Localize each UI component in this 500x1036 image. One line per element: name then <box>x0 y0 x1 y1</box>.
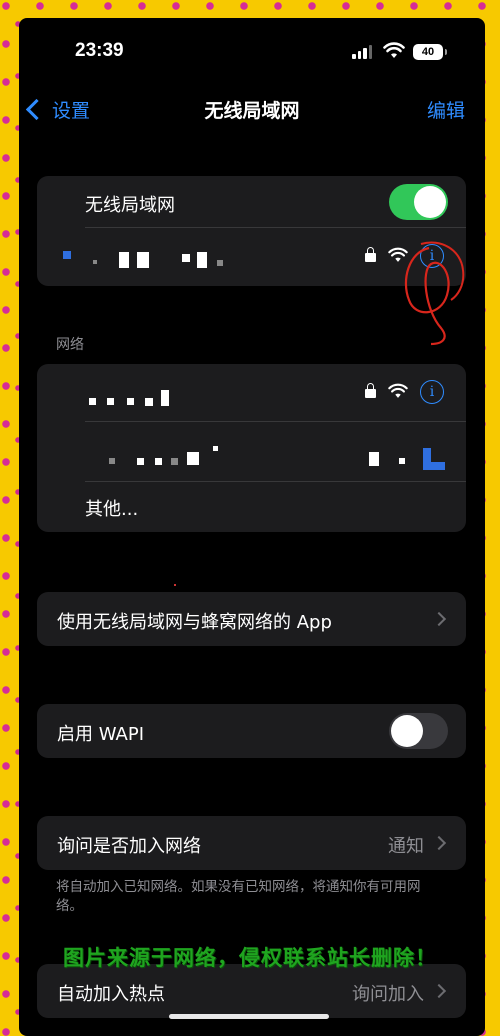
ask-join-note: 将自动加入已知网络。如果没有已知网络，将通知你有可用网络。 <box>56 879 421 914</box>
cellular-signal-icon <box>352 45 372 59</box>
wifi-toggle-row: 无线局域网 <box>37 176 466 228</box>
lock-icon <box>365 383 376 398</box>
ask-join-label: 询问是否加入网络 <box>57 836 201 857</box>
page-title: 无线局域网 <box>204 100 300 122</box>
lock-icon <box>365 247 376 262</box>
wifi-icon <box>388 383 408 398</box>
networks-group: i 其他... <box>37 364 466 532</box>
hotspot-label: 自动加入热点 <box>57 984 165 1005</box>
watermark-text: 图片来源于网络，侵权联系站长删除！ <box>63 946 437 970</box>
edit-button[interactable]: 编辑 <box>427 96 465 123</box>
red-scribble-annotation <box>404 241 465 346</box>
hotspot-value: 询问加入 <box>352 984 424 1005</box>
wapi-label: 启用 WAPI <box>57 724 145 745</box>
chevron-right-icon <box>431 835 447 851</box>
apps-group: 使用无线局域网与蜂窝网络的 App <box>37 592 466 646</box>
wapi-group: 启用 WAPI <box>37 704 466 758</box>
wapi-toggle[interactable] <box>389 713 448 749</box>
networks-section-label: 网络 <box>56 337 84 353</box>
network-row[interactable] <box>37 422 466 482</box>
other-network-row[interactable]: 其他... <box>37 482 466 532</box>
status-time: 23:39 <box>75 40 124 61</box>
chevron-right-icon <box>431 611 447 627</box>
chevron-right-icon <box>431 983 447 999</box>
other-label: 其他... <box>85 499 139 520</box>
wifi-label: 无线局域网 <box>85 195 175 216</box>
navigation-bar: 设置 无线局域网 编辑 <box>19 90 485 130</box>
hotspot-group: 自动加入热点 询问加入 <box>37 964 466 1018</box>
redacted-network-name <box>63 251 71 259</box>
info-icon[interactable]: i <box>420 380 444 404</box>
auto-join-hotspot-row[interactable]: 自动加入热点 询问加入 <box>37 964 466 1018</box>
network-row[interactable]: i <box>37 364 466 422</box>
wifi-toggle[interactable] <box>389 184 448 220</box>
wifi-status-icon <box>383 42 405 58</box>
phone-screen: 23:39 40 设置 无线局域网 编辑 无线局域网 i 网络 i 其他... … <box>19 18 485 1036</box>
ask-join-row[interactable]: 询问是否加入网络 通知 <box>37 816 466 870</box>
wlan-cellular-apps-row[interactable]: 使用无线局域网与蜂窝网络的 App <box>37 592 466 646</box>
wapi-row: 启用 WAPI <box>37 704 466 758</box>
home-indicator <box>169 1014 329 1019</box>
ask-join-value: 通知 <box>388 836 424 857</box>
status-bar: 23:39 40 <box>19 18 485 88</box>
apps-label: 使用无线局域网与蜂窝网络的 App <box>57 612 332 633</box>
ask-join-group: 询问是否加入网络 通知 <box>37 816 466 870</box>
battery-icon: 40 <box>413 44 447 60</box>
